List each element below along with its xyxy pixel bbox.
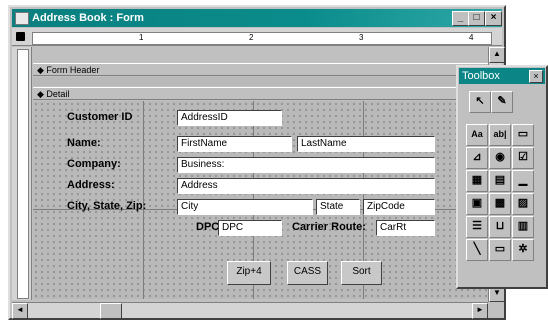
form-selector[interactable] bbox=[16, 32, 25, 41]
ruler-mark-1: 1 bbox=[139, 33, 144, 42]
toolbox-title-bar[interactable]: Toolbox × bbox=[459, 68, 545, 84]
toolbox-close-button[interactable]: × bbox=[529, 70, 543, 83]
ruler-mark-2: 2 bbox=[249, 33, 254, 42]
state-textbox[interactable]: State bbox=[316, 199, 360, 215]
form-header-bar[interactable]: ◆ Form Header bbox=[33, 63, 488, 76]
option-button-icon[interactable]: ◉ bbox=[489, 147, 511, 169]
scroll-right-icon[interactable]: ► bbox=[472, 303, 488, 319]
vertical-ruler[interactable] bbox=[12, 47, 32, 300]
ruler-mark-4: 4 bbox=[469, 33, 474, 42]
text-box-tool-icon[interactable]: ab| bbox=[489, 124, 511, 146]
option-group-icon[interactable]: ▭ bbox=[512, 124, 534, 146]
maximize-button[interactable]: □ bbox=[468, 11, 485, 26]
zip4-button[interactable]: Zip+4 bbox=[227, 261, 271, 285]
window-title: Address Book : Form bbox=[32, 12, 144, 24]
select-pointer-icon[interactable]: ↖ bbox=[469, 91, 491, 113]
combo-box-icon[interactable]: ▦ bbox=[466, 170, 488, 192]
label-tool-icon[interactable]: Aa bbox=[466, 124, 488, 146]
bound-object-frame-icon[interactable]: ▨ bbox=[512, 193, 534, 215]
name-label[interactable]: Name: bbox=[67, 137, 101, 149]
title-bar[interactable]: Address Book : Form _ □ × bbox=[12, 9, 502, 27]
line-icon[interactable]: ╲ bbox=[466, 239, 488, 261]
image-icon[interactable]: ▣ bbox=[466, 193, 488, 215]
toolbox-palette[interactable]: Toolbox × ↖ ✎ Aa ab| ▭ ⊿ ◉ ☑ ▦ ▤ ▁ ▣ ▩ ▨… bbox=[456, 65, 548, 289]
ruler-strip: 1 2 3 4 bbox=[32, 32, 492, 45]
detail-bar[interactable]: ◆ Detail bbox=[33, 87, 488, 100]
toolbox-title: Toolbox bbox=[462, 70, 500, 82]
scroll-left-icon[interactable]: ◄ bbox=[12, 303, 28, 319]
close-button[interactable]: × bbox=[485, 11, 502, 26]
ruler-mark-3: 3 bbox=[359, 33, 364, 42]
scroll-up-icon[interactable]: ▲ bbox=[489, 47, 505, 63]
customer-id-label[interactable]: Customer ID bbox=[67, 111, 132, 123]
subform-icon[interactable]: ▥ bbox=[512, 216, 534, 238]
control-wizards-icon[interactable]: ✎ bbox=[491, 91, 513, 113]
minimize-button[interactable]: _ bbox=[452, 11, 469, 26]
form-design-window: Address Book : Form _ □ × 1 2 3 4 ◆ Form… bbox=[8, 5, 506, 320]
list-box-icon[interactable]: ▤ bbox=[489, 170, 511, 192]
command-button-icon[interactable]: ▁ bbox=[512, 170, 534, 192]
city-state-zip-label[interactable]: City, State, Zip: bbox=[67, 200, 146, 212]
page-break-icon[interactable]: ☰ bbox=[466, 216, 488, 238]
business-textbox[interactable]: Business: bbox=[177, 157, 435, 173]
address-label[interactable]: Address: bbox=[67, 179, 115, 191]
city-textbox[interactable]: City bbox=[177, 199, 313, 215]
zip-code-textbox[interactable]: ZipCode bbox=[363, 199, 435, 215]
last-name-textbox[interactable]: LastName bbox=[297, 136, 435, 152]
section-arrow-icon: ◆ bbox=[37, 89, 47, 99]
cass-button[interactable]: CASS bbox=[287, 261, 328, 285]
section-arrow-icon: ◆ bbox=[37, 65, 47, 75]
check-box-icon[interactable]: ☑ bbox=[512, 147, 534, 169]
unbound-object-frame-icon[interactable]: ▩ bbox=[489, 193, 511, 215]
address-textbox[interactable]: Address bbox=[177, 178, 435, 194]
sort-button[interactable]: Sort bbox=[341, 261, 382, 285]
scroll-thumb[interactable] bbox=[100, 303, 122, 319]
carrier-route-textbox[interactable]: CarRt bbox=[376, 220, 435, 236]
horizontal-scrollbar[interactable]: ◄ ► bbox=[12, 302, 488, 319]
company-label[interactable]: Company: bbox=[67, 158, 121, 170]
more-controls-icon[interactable]: ✲ bbox=[512, 239, 534, 261]
form-header-area[interactable] bbox=[33, 77, 488, 86]
address-id-textbox[interactable]: AddressID bbox=[177, 110, 282, 126]
rectangle-icon[interactable]: ▭ bbox=[489, 239, 511, 261]
form-icon bbox=[15, 12, 29, 25]
first-name-textbox[interactable]: FirstName bbox=[177, 136, 292, 152]
vertical-ruler-strip bbox=[17, 49, 29, 299]
detail-label: Detail bbox=[46, 89, 70, 99]
toggle-button-icon[interactable]: ⊿ bbox=[466, 147, 488, 169]
tab-control-icon[interactable]: ⊔ bbox=[489, 216, 511, 238]
carrier-route-label[interactable]: Carrier Route: bbox=[292, 221, 366, 233]
dpc-textbox[interactable]: DPC bbox=[218, 220, 282, 236]
horizontal-ruler[interactable]: 1 2 3 4 bbox=[12, 28, 502, 46]
form-header-label: Form Header bbox=[46, 65, 100, 75]
